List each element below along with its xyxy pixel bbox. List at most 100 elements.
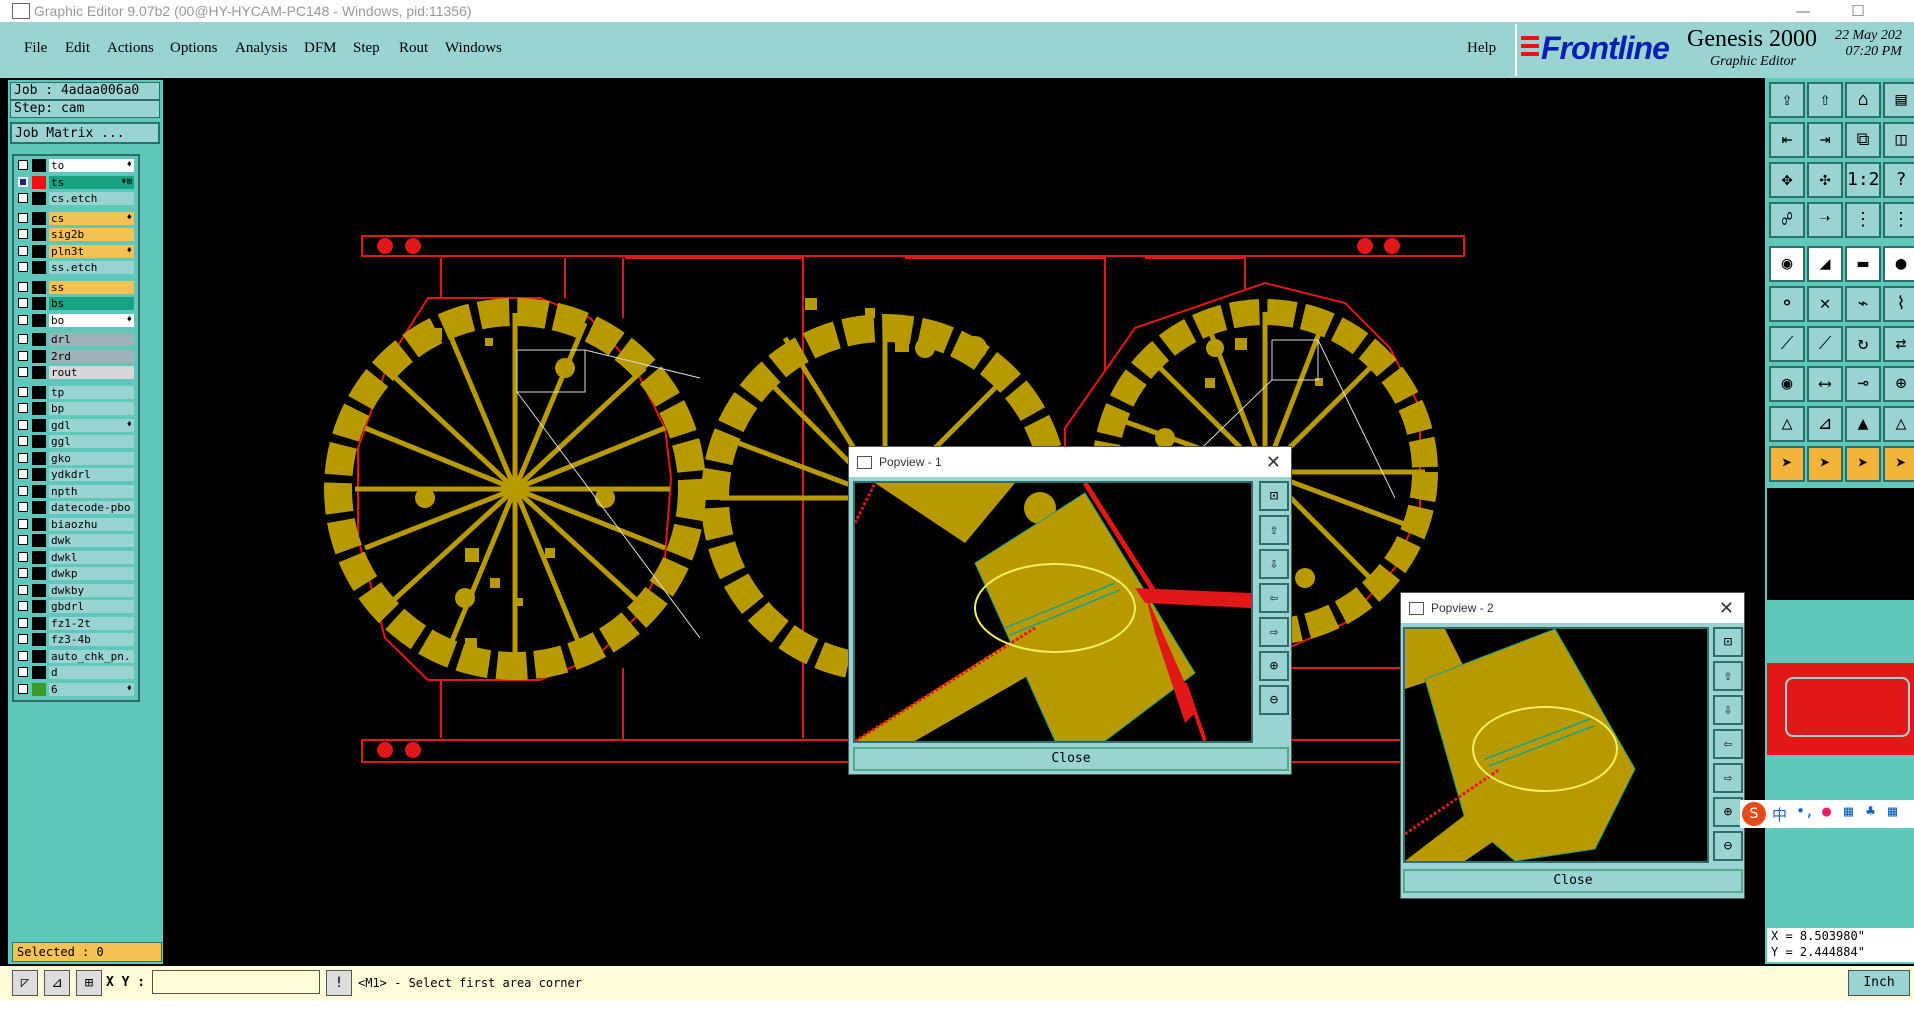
layer-checkbox[interactable] [18,469,28,479]
layer-checkbox[interactable] [18,212,28,223]
layer-name[interactable]: d [49,666,134,679]
layer-row[interactable]: gdl ♦ [14,418,138,433]
layer-checkbox[interactable] [18,518,28,529]
layer-checkbox[interactable] [18,281,28,292]
layer-color-swatch[interactable] [32,666,46,679]
triangle-b-icon[interactable]: ⊿ [1807,406,1843,442]
window-icon[interactable]: ◫ [1883,122,1914,158]
snap-icon[interactable]: ⊸ [1845,366,1881,402]
line-a-icon[interactable]: ⟋ [1769,326,1805,362]
add-icon[interactable]: ⊕ [1883,366,1914,402]
menu-windows[interactable]: Windows [445,40,502,57]
pointer-d-icon[interactable]: ➤ [1883,446,1914,482]
ime-mic-icon[interactable]: ● [1822,802,1831,820]
layer-color-swatch[interactable] [32,402,46,415]
menu-analysis[interactable]: Analysis [235,40,288,57]
layer-name[interactable]: dwkby [49,583,134,597]
layer-checkbox[interactable] [18,160,28,170]
ime-logo-icon[interactable]: S [1742,802,1766,826]
popview-1-pan-up-button[interactable]: ⇧ [1259,515,1289,545]
popview-1-close-icon[interactable]: ✕ [1266,447,1281,477]
layer-row[interactable]: 2rd [14,349,138,364]
layer-color-swatch[interactable] [32,682,46,696]
popview-2-close-button[interactable]: Close [1403,869,1743,893]
layer-color-swatch[interactable] [32,600,46,613]
menu-help[interactable]: Help [1467,40,1496,57]
layer-name[interactable]: cs ♦ [49,211,134,225]
layer-checkbox[interactable] [18,262,28,272]
popview-2-zoom-in-button[interactable]: ⊕ [1713,797,1743,827]
layer-name[interactable]: sig2b [49,228,134,241]
job-matrix-button[interactable]: Job Matrix ... [10,122,160,144]
redo-icon[interactable]: ⇥ [1807,122,1843,158]
layer-row[interactable]: ydkdrl [14,467,138,482]
layer-name[interactable]: pln3t ♦ [49,244,134,258]
layer-name[interactable]: gko [49,451,134,465]
layer-checkbox[interactable] [18,193,28,203]
popview-1-canvas[interactable] [853,481,1253,743]
layer-color-swatch[interactable] [32,501,46,514]
popview-1-zoom-out-button[interactable]: ⊖ [1259,685,1289,715]
layer-row[interactable]: bp [14,401,138,416]
line-style-icon[interactable]: ◢ [1807,246,1843,282]
layer-color-swatch[interactable] [32,244,46,258]
layer-row[interactable]: dwkp [14,566,138,581]
home-icon[interactable]: ⌂ [1845,82,1881,118]
triangle-a-icon[interactable]: △ [1769,406,1805,442]
layer-checkbox[interactable] [18,419,28,430]
layer-name[interactable]: dwkl [49,550,134,564]
layer-checkbox[interactable] [18,176,28,187]
layer-row[interactable]: dwkby [14,583,138,598]
menu-step[interactable]: Step [353,40,380,57]
layer-name[interactable]: tp [49,385,134,399]
grid-icon[interactable]: ⊞ [76,970,102,996]
layer-name[interactable]: bo ♦ [49,313,134,327]
menu-rout[interactable]: Rout [399,40,428,57]
layer-row[interactable]: d [14,665,138,680]
rotate-icon[interactable]: ↻ [1845,326,1881,362]
layer-checkbox[interactable] [18,403,28,413]
tool-c-icon[interactable]: ⋮ [1845,202,1881,238]
layer-name[interactable]: ss [49,280,134,294]
popview-2-pan-down-button[interactable]: ⇩ [1713,695,1743,725]
tool-d-icon[interactable]: ⋮ [1883,202,1914,238]
pan-icon[interactable]: ✣ [1807,162,1843,198]
layer-row[interactable]: datecode-pbo [14,500,138,515]
pointer-b-icon[interactable]: ➤ [1807,446,1843,482]
pointer-c-icon[interactable]: ➤ [1845,446,1881,482]
menu-actions[interactable]: Actions [107,40,154,57]
layer-row[interactable]: sig2b [14,227,138,242]
layer-checkbox[interactable] [18,601,28,611]
layer-color-swatch[interactable] [32,211,46,225]
layer-name[interactable]: biaozhu [49,517,134,531]
ime-grid-icon[interactable]: ▦ [1888,802,1897,820]
layer-checkbox[interactable] [18,229,28,239]
layer-checkbox[interactable] [18,502,28,512]
layer-row[interactable]: tp [14,385,138,400]
layer-row[interactable]: to ♦ [14,158,138,173]
layer-color-swatch[interactable] [32,385,46,399]
popview-1-zoom-area-button[interactable]: ⊡ [1259,481,1289,511]
open-job-icon[interactable]: ⇪ [1769,82,1805,118]
layer-checkbox[interactable] [18,334,28,344]
tool-a-icon[interactable]: ☍ [1769,202,1805,238]
layer-checkbox[interactable] [18,683,28,694]
layer-color-swatch[interactable] [32,175,46,189]
layer-color-swatch[interactable] [32,349,46,363]
popview-1-pan-left-button[interactable]: ⇦ [1259,583,1289,613]
layer-name[interactable]: npth [49,484,134,498]
popview-2-close-icon[interactable]: ✕ [1719,593,1734,623]
layer-color-swatch[interactable] [32,280,46,294]
layer-checkbox[interactable] [18,245,28,256]
popview-1-pan-right-button[interactable]: ⇨ [1259,617,1289,647]
layer-name[interactable]: dwkp [49,567,134,580]
layer-name[interactable]: gdl ♦ [49,418,134,432]
layer-row[interactable]: cs ♦ [14,211,138,226]
layer-name[interactable]: gbdrl [49,600,134,613]
popview-1-close-button[interactable]: Close [853,747,1289,771]
layer-checkbox[interactable] [18,386,28,397]
layer-color-swatch[interactable] [32,159,46,172]
layer-row[interactable]: dwk [14,533,138,548]
copy-icon[interactable]: ⧉ [1845,122,1881,158]
popview-1-zoom-in-button[interactable]: ⊕ [1259,651,1289,681]
